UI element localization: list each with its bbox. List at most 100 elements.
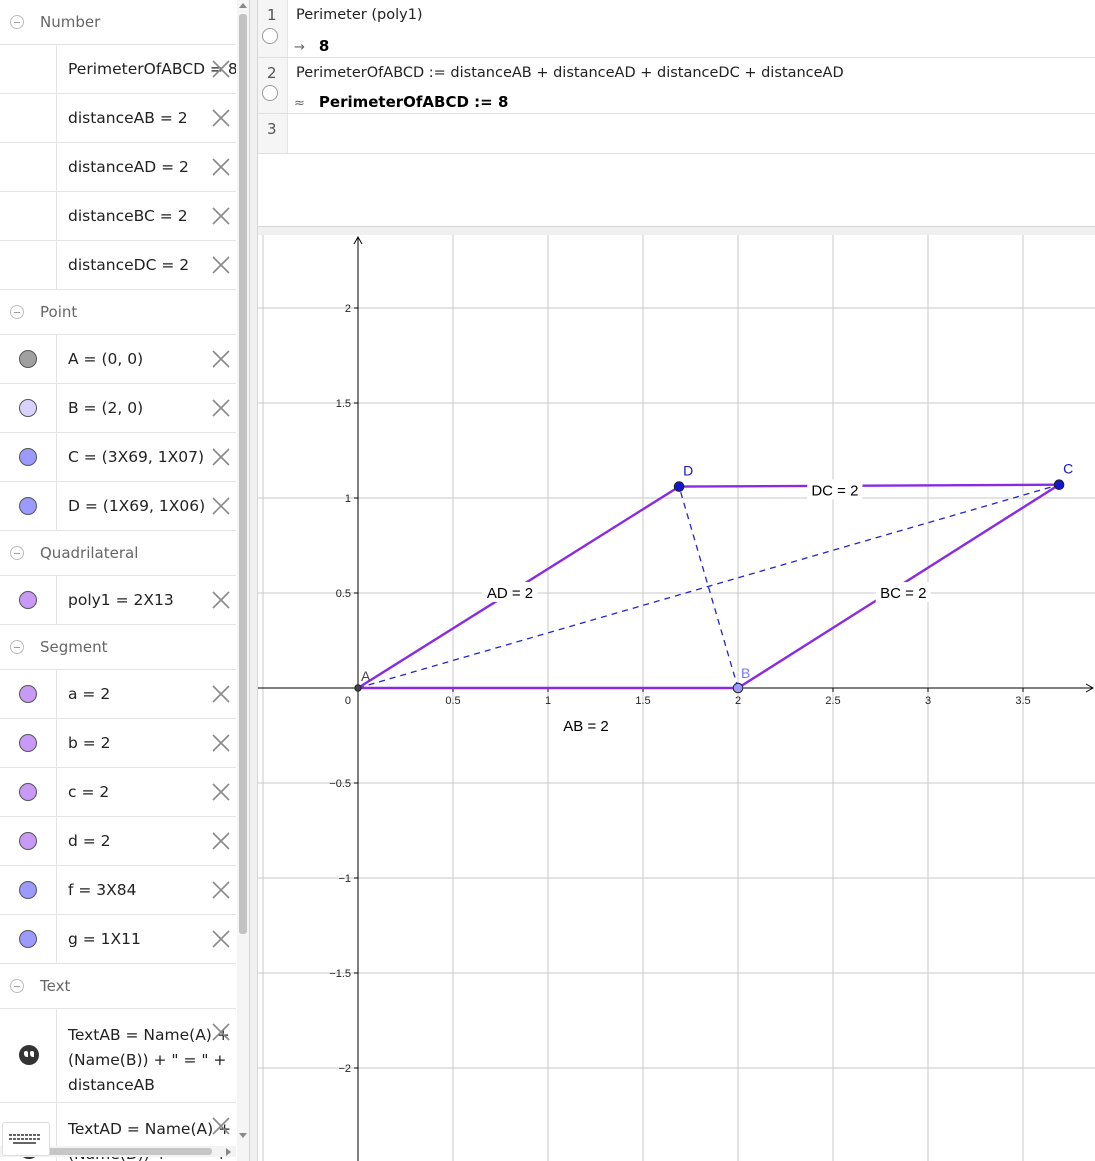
algebra-expression[interactable]: poly1 = 2X13 [68, 591, 174, 609]
delete-icon[interactable] [210, 928, 232, 950]
point-c[interactable] [1053, 479, 1065, 490]
group-header-quadrilateral[interactable]: Quadrilateral [0, 531, 236, 576]
delete-icon[interactable] [210, 495, 232, 517]
visibility-toggle-icon[interactable] [19, 930, 37, 948]
algebra-expression[interactable]: D = (1X69, 1X06) [68, 497, 205, 515]
view-divider[interactable] [249, 0, 258, 1161]
delete-icon[interactable] [210, 156, 232, 178]
group-header-text[interactable]: Text [0, 964, 236, 1009]
side-segment[interactable] [679, 483, 1060, 488]
visibility-toggle-icon[interactable] [19, 448, 37, 466]
visibility-marker[interactable] [0, 768, 57, 816]
cas-output-toggle-radio[interactable] [262, 28, 278, 44]
algebra-item[interactable]: d = 2 [0, 817, 236, 866]
algebra-expression[interactable]: d = 2 [68, 832, 111, 850]
graphics-canvas[interactable]: 0.5 1 1.5 2 2.5 3 3.5 2 1.5 1 0.5 −0.5 −1 −1.5 −2 0 AB =… [258, 235, 1095, 1161]
point-b[interactable] [732, 682, 744, 694]
segment-label[interactable]: AB = 2 [563, 718, 608, 735]
visibility-toggle-icon[interactable] [19, 783, 37, 801]
visibility-marker[interactable] [0, 384, 57, 432]
algebra-expression[interactable]: f = 3X84 [68, 881, 137, 899]
visibility-marker[interactable] [0, 94, 57, 142]
algebra-expression[interactable]: distanceAD = 2 [68, 158, 189, 176]
visibility-marker[interactable] [0, 915, 57, 963]
algebra-item[interactable]: distanceDC = 2 [0, 241, 236, 290]
algebra-vertical-scrollbar[interactable] [237, 0, 249, 1161]
delete-icon[interactable] [210, 107, 232, 129]
algebra-item[interactable]: B = (2, 0) [0, 384, 236, 433]
delete-icon[interactable] [210, 683, 232, 705]
visibility-toggle-icon[interactable] [19, 734, 37, 752]
delete-icon[interactable] [210, 732, 232, 754]
text-quote-icon[interactable] [19, 1045, 39, 1065]
visibility-marker[interactable] [0, 719, 57, 767]
visibility-toggle-icon[interactable] [19, 881, 37, 899]
segment-label[interactable]: AD = 2 [487, 585, 533, 602]
visibility-marker[interactable] [0, 817, 57, 865]
point-label-c[interactable]: C [1063, 461, 1073, 477]
algebra-item[interactable]: c = 2 [0, 768, 236, 817]
point-label-d[interactable]: D [683, 463, 693, 479]
visibility-toggle-icon[interactable] [19, 685, 37, 703]
diagonal-segment[interactable] [678, 486, 739, 689]
algebra-item[interactable]: poly1 = 2X13 [0, 576, 236, 625]
collapse-group-icon[interactable] [10, 640, 24, 654]
delete-icon[interactable] [210, 589, 232, 611]
cas-row-1[interactable]: 1 Perimeter (poly1) → 8 [258, 0, 1095, 58]
algebra-expression[interactable]: C = (3X69, 1X07) [68, 448, 204, 466]
point-a[interactable] [354, 684, 362, 692]
segment-label[interactable]: BC = 2 [880, 585, 926, 602]
algebra-item[interactable]: f = 3X84 [0, 866, 236, 915]
algebra-item[interactable]: PerimeterOfABCD = 8 [0, 45, 236, 94]
visibility-toggle-icon[interactable] [19, 497, 37, 515]
delete-icon[interactable] [210, 879, 232, 901]
cas-graphics-divider[interactable] [258, 226, 1095, 235]
visibility-marker[interactable] [0, 335, 57, 383]
delete-icon[interactable] [210, 348, 232, 370]
visibility-toggle-icon[interactable] [19, 399, 37, 417]
collapse-group-icon[interactable] [10, 546, 24, 560]
visibility-marker[interactable] [0, 433, 57, 481]
algebra-expression[interactable]: distanceAB = 2 [68, 109, 188, 127]
cas-input[interactable]: Perimeter (poly1) [296, 7, 423, 23]
group-header-number[interactable]: Number [0, 0, 236, 45]
delete-icon[interactable] [210, 1021, 232, 1043]
visibility-toggle-icon[interactable] [19, 350, 37, 368]
algebra-item[interactable]: D = (1X69, 1X06) [0, 482, 236, 531]
algebra-expression[interactable]: b = 2 [68, 734, 111, 752]
algebra-expression[interactable]: g = 1X11 [68, 930, 141, 948]
delete-icon[interactable] [210, 254, 232, 276]
delete-icon[interactable] [210, 781, 232, 803]
delete-icon[interactable] [210, 397, 232, 419]
algebra-expression[interactable]: B = (2, 0) [68, 399, 143, 417]
algebra-expression[interactable]: TextAB = Name(A) + (Name(B)) + " = " + d… [68, 1023, 233, 1098]
collapse-group-icon[interactable] [10, 15, 24, 29]
scroll-right-arrow-icon[interactable] [226, 1148, 231, 1156]
visibility-marker[interactable] [0, 143, 57, 191]
visibility-marker[interactable] [0, 45, 57, 93]
visibility-marker[interactable] [0, 482, 57, 530]
visibility-toggle-icon[interactable] [19, 591, 37, 609]
keyboard-icon[interactable] [2, 1122, 50, 1156]
cas-output-toggle-radio[interactable] [262, 85, 278, 101]
algebra-expression[interactable]: A = (0, 0) [68, 350, 143, 368]
point-label-a[interactable]: A [361, 668, 371, 684]
collapse-group-icon[interactable] [10, 979, 24, 993]
algebra-item[interactable]: g = 1X11 [0, 915, 236, 964]
delete-icon[interactable] [210, 205, 232, 227]
cas-input[interactable]: PerimeterOfABCD := distanceAB + distance… [296, 65, 844, 81]
algebra-expression[interactable]: distanceBC = 2 [68, 207, 188, 225]
point-d[interactable] [673, 481, 685, 492]
algebra-item[interactable]: C = (3X69, 1X07) [0, 433, 236, 482]
cas-row-3[interactable]: 3 [258, 114, 1095, 154]
visibility-marker[interactable] [0, 670, 57, 718]
algebra-item[interactable]: TextAB = Name(A) + (Name(B)) + " = " + d… [0, 1009, 236, 1103]
visibility-marker[interactable] [0, 866, 57, 914]
visibility-marker[interactable] [0, 241, 57, 289]
visibility-marker[interactable] [0, 576, 57, 624]
delete-icon[interactable] [210, 446, 232, 468]
algebra-item[interactable]: A = (0, 0) [0, 335, 236, 384]
group-header-point[interactable]: Point [0, 290, 236, 335]
algebra-item[interactable]: a = 2 [0, 670, 236, 719]
group-header-segment[interactable]: Segment [0, 625, 236, 670]
